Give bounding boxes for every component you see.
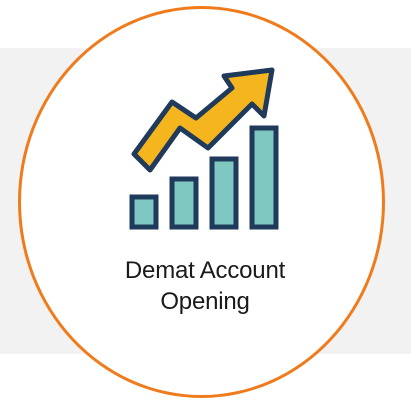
bar-2-icon: [169, 176, 199, 230]
badge-title-line-2: Opening: [160, 288, 250, 315]
bar-3-icon: [209, 156, 239, 230]
growth-chart-arrow-icon: [129, 67, 279, 230]
bar-4-icon: [249, 125, 279, 230]
bar-1-icon: [129, 194, 159, 230]
tile: Demat Account Opening: [0, 0, 411, 411]
badge-title-line-1: Demat Account: [124, 257, 286, 284]
